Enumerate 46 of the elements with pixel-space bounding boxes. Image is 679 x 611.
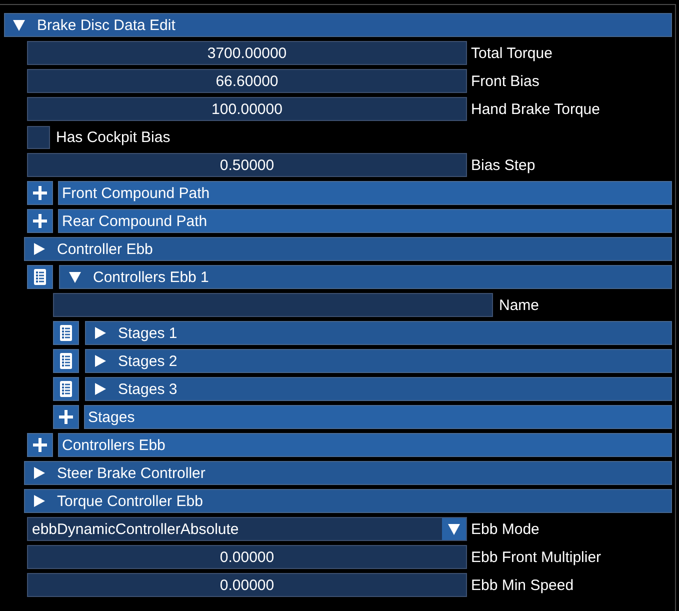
list-icon	[60, 353, 72, 369]
field-label: Front Bias	[471, 72, 540, 90]
field-label: Hand Brake Torque	[471, 100, 600, 118]
field-label: Ebb Min Speed	[471, 576, 574, 594]
add-button[interactable]	[53, 405, 79, 429]
tree-node-header[interactable]: Controllers Ebb 1	[59, 265, 672, 289]
list-icon	[60, 325, 72, 341]
list-button[interactable]	[53, 321, 79, 345]
plus-icon	[33, 186, 47, 200]
plus-icon	[33, 438, 47, 452]
tree-node-header[interactable]: Stages 1	[85, 321, 672, 345]
section-header[interactable]: Stages	[84, 405, 672, 429]
list-icon	[34, 269, 46, 285]
list-button[interactable]	[53, 377, 79, 401]
tree-node-header[interactable]: Torque Controller Ebb	[24, 489, 672, 513]
dropdown[interactable]: ebbDynamicControllerAbsolute	[27, 517, 467, 541]
number-field[interactable]: 0.00000	[27, 573, 467, 597]
field-label: Has Cockpit Bias	[56, 128, 170, 146]
list-icon	[60, 381, 72, 397]
add-button[interactable]	[27, 209, 53, 233]
field-label: Total Torque	[471, 44, 552, 62]
field-label: Bias Step	[471, 156, 536, 174]
plus-icon	[33, 214, 47, 228]
number-field[interactable]: 3700.00000	[27, 41, 467, 65]
tree-node-header[interactable]: Brake Disc Data Edit	[4, 13, 672, 37]
list-button[interactable]	[53, 349, 79, 373]
number-field[interactable]: 0.50000	[27, 153, 467, 177]
number-field[interactable]: 100.00000	[27, 97, 467, 121]
checkbox[interactable]	[27, 126, 50, 148]
number-field[interactable]: 66.60000	[27, 69, 467, 93]
text-field[interactable]	[53, 293, 493, 317]
tree-node-header[interactable]: Steer Brake Controller	[24, 461, 672, 485]
number-field[interactable]: 0.00000	[27, 545, 467, 569]
section-header[interactable]: Front Compound Path	[58, 181, 672, 205]
list-button[interactable]	[27, 265, 53, 289]
plus-icon	[59, 410, 73, 424]
add-button[interactable]	[27, 433, 53, 457]
section-header[interactable]: Controllers Ebb	[58, 433, 672, 457]
field-label: Name	[499, 296, 540, 314]
tree-node-header[interactable]: Controller Ebb	[24, 237, 672, 261]
field-label: Ebb Front Multiplier	[471, 548, 602, 566]
section-header[interactable]: Rear Compound Path	[58, 209, 672, 233]
tree-node-header[interactable]: Stages 2	[85, 349, 672, 373]
field-label: Ebb Mode	[471, 520, 540, 538]
tree-node-header[interactable]: Stages 3	[85, 377, 672, 401]
add-button[interactable]	[27, 181, 53, 205]
